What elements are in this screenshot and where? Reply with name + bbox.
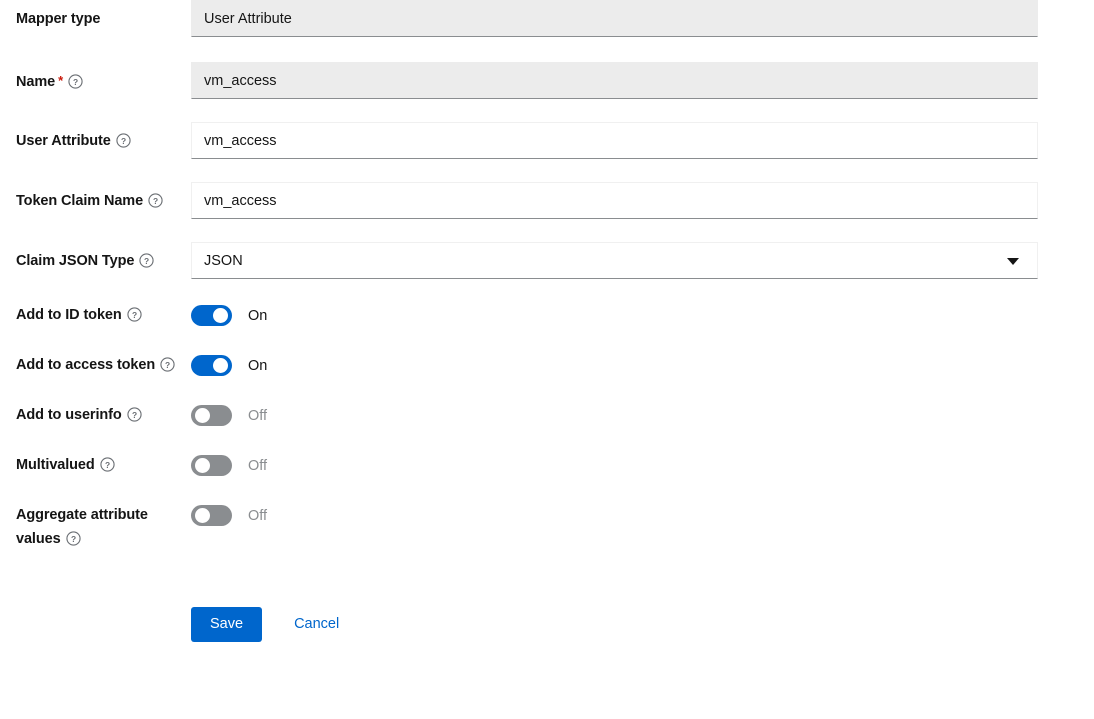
svg-text:?: ? [73, 77, 78, 87]
help-circle-icon[interactable]: ? [127, 407, 142, 422]
switch-knob [195, 508, 210, 523]
aggregate-attribute-values-switch[interactable] [191, 505, 232, 526]
claim-json-type-select[interactable]: JSON [191, 242, 1038, 279]
field-control-add-to-access-token: On [191, 355, 267, 376]
required-indicator: * [58, 73, 64, 88]
field-control-name [191, 62, 1038, 99]
label-text: Add to access token [16, 357, 156, 373]
cancel-button[interactable]: Cancel [278, 607, 355, 642]
label-text: User Attribute [16, 133, 111, 149]
help-circle-icon[interactable]: ? [160, 357, 175, 372]
field-control-mapper-type [191, 0, 1038, 37]
name-input [191, 62, 1038, 99]
field-label-token-claim-name: Token Claim Name? [16, 189, 184, 213]
label-text: Mapper type [16, 11, 101, 27]
switch-knob [195, 458, 210, 473]
field-control-add-to-userinfo: Off [191, 405, 267, 426]
svg-text:?: ? [121, 136, 126, 146]
field-label-multivalued: Multivalued? [16, 453, 184, 477]
field-control-token-claim-name [191, 182, 1038, 219]
switch-knob [213, 358, 228, 373]
svg-text:?: ? [105, 460, 110, 470]
svg-text:?: ? [71, 534, 76, 544]
token-claim-name-input[interactable] [191, 182, 1038, 219]
help-circle-icon[interactable]: ? [127, 307, 142, 322]
save-button[interactable]: Save [191, 607, 263, 642]
field-control-add-to-id-token: On [191, 305, 267, 326]
multivalued-state-label: Off [248, 457, 268, 474]
label-text: Aggregate attribute values [16, 507, 148, 547]
aggregate-attribute-values-state-label: Off [248, 507, 268, 524]
help-circle-icon[interactable]: ? [148, 193, 163, 208]
field-label-name: Name *? [16, 69, 184, 94]
caret-down-icon [1007, 257, 1019, 265]
add-to-access-token-switch[interactable] [191, 355, 232, 376]
field-label-add-to-userinfo: Add to userinfo? [16, 403, 184, 427]
label-text: Token Claim Name [16, 193, 144, 209]
switch-knob [213, 308, 228, 323]
help-circle-icon[interactable]: ? [68, 74, 83, 89]
svg-text:?: ? [132, 310, 137, 320]
label-text: Claim JSON Type [16, 253, 135, 269]
add-to-access-token-state-label: On [248, 357, 268, 374]
label-text: Add to ID token [16, 307, 122, 323]
add-to-id-token-switch[interactable] [191, 305, 232, 326]
svg-text:?: ? [144, 256, 149, 266]
form-actions: Save Cancel [191, 607, 355, 642]
field-label-aggregate-attribute-values: Aggregate attribute values? [16, 503, 166, 551]
field-control-multivalued: Off [191, 455, 267, 476]
field-label-claim-json-type: Claim JSON Type? [16, 249, 184, 273]
help-circle-icon[interactable]: ? [139, 253, 154, 268]
label-text: Name [16, 74, 56, 90]
add-to-userinfo-switch[interactable] [191, 405, 232, 426]
field-control-claim-json-type: JSON [191, 242, 1038, 279]
field-control-user-attribute [191, 122, 1038, 159]
add-to-userinfo-state-label: Off [248, 407, 268, 424]
claim-json-type-selected-value: JSON [204, 252, 243, 269]
help-circle-icon[interactable]: ? [116, 133, 131, 148]
user-attribute-input[interactable] [191, 122, 1038, 159]
help-circle-icon[interactable]: ? [65, 531, 81, 546]
field-control-aggregate-attribute-values: Off [191, 505, 267, 526]
field-label-mapper-type: Mapper type [16, 7, 184, 31]
svg-text:?: ? [153, 196, 158, 206]
field-label-add-to-id-token: Add to ID token? [16, 303, 184, 327]
field-label-add-to-access-token: Add to access token? [16, 353, 184, 377]
field-label-user-attribute: User Attribute? [16, 129, 184, 153]
label-text: Add to userinfo [16, 407, 122, 423]
add-to-id-token-state-label: On [248, 307, 268, 324]
help-circle-icon[interactable]: ? [100, 457, 115, 472]
mapper-config-form: Mapper type Name*? User Attribute? Token… [0, 0, 1094, 719]
multivalued-switch[interactable] [191, 455, 232, 476]
svg-text:?: ? [165, 360, 170, 370]
svg-text:?: ? [132, 410, 137, 420]
switch-knob [195, 408, 210, 423]
label-text: Multivalued [16, 457, 95, 473]
mapper-type-input [191, 0, 1038, 37]
